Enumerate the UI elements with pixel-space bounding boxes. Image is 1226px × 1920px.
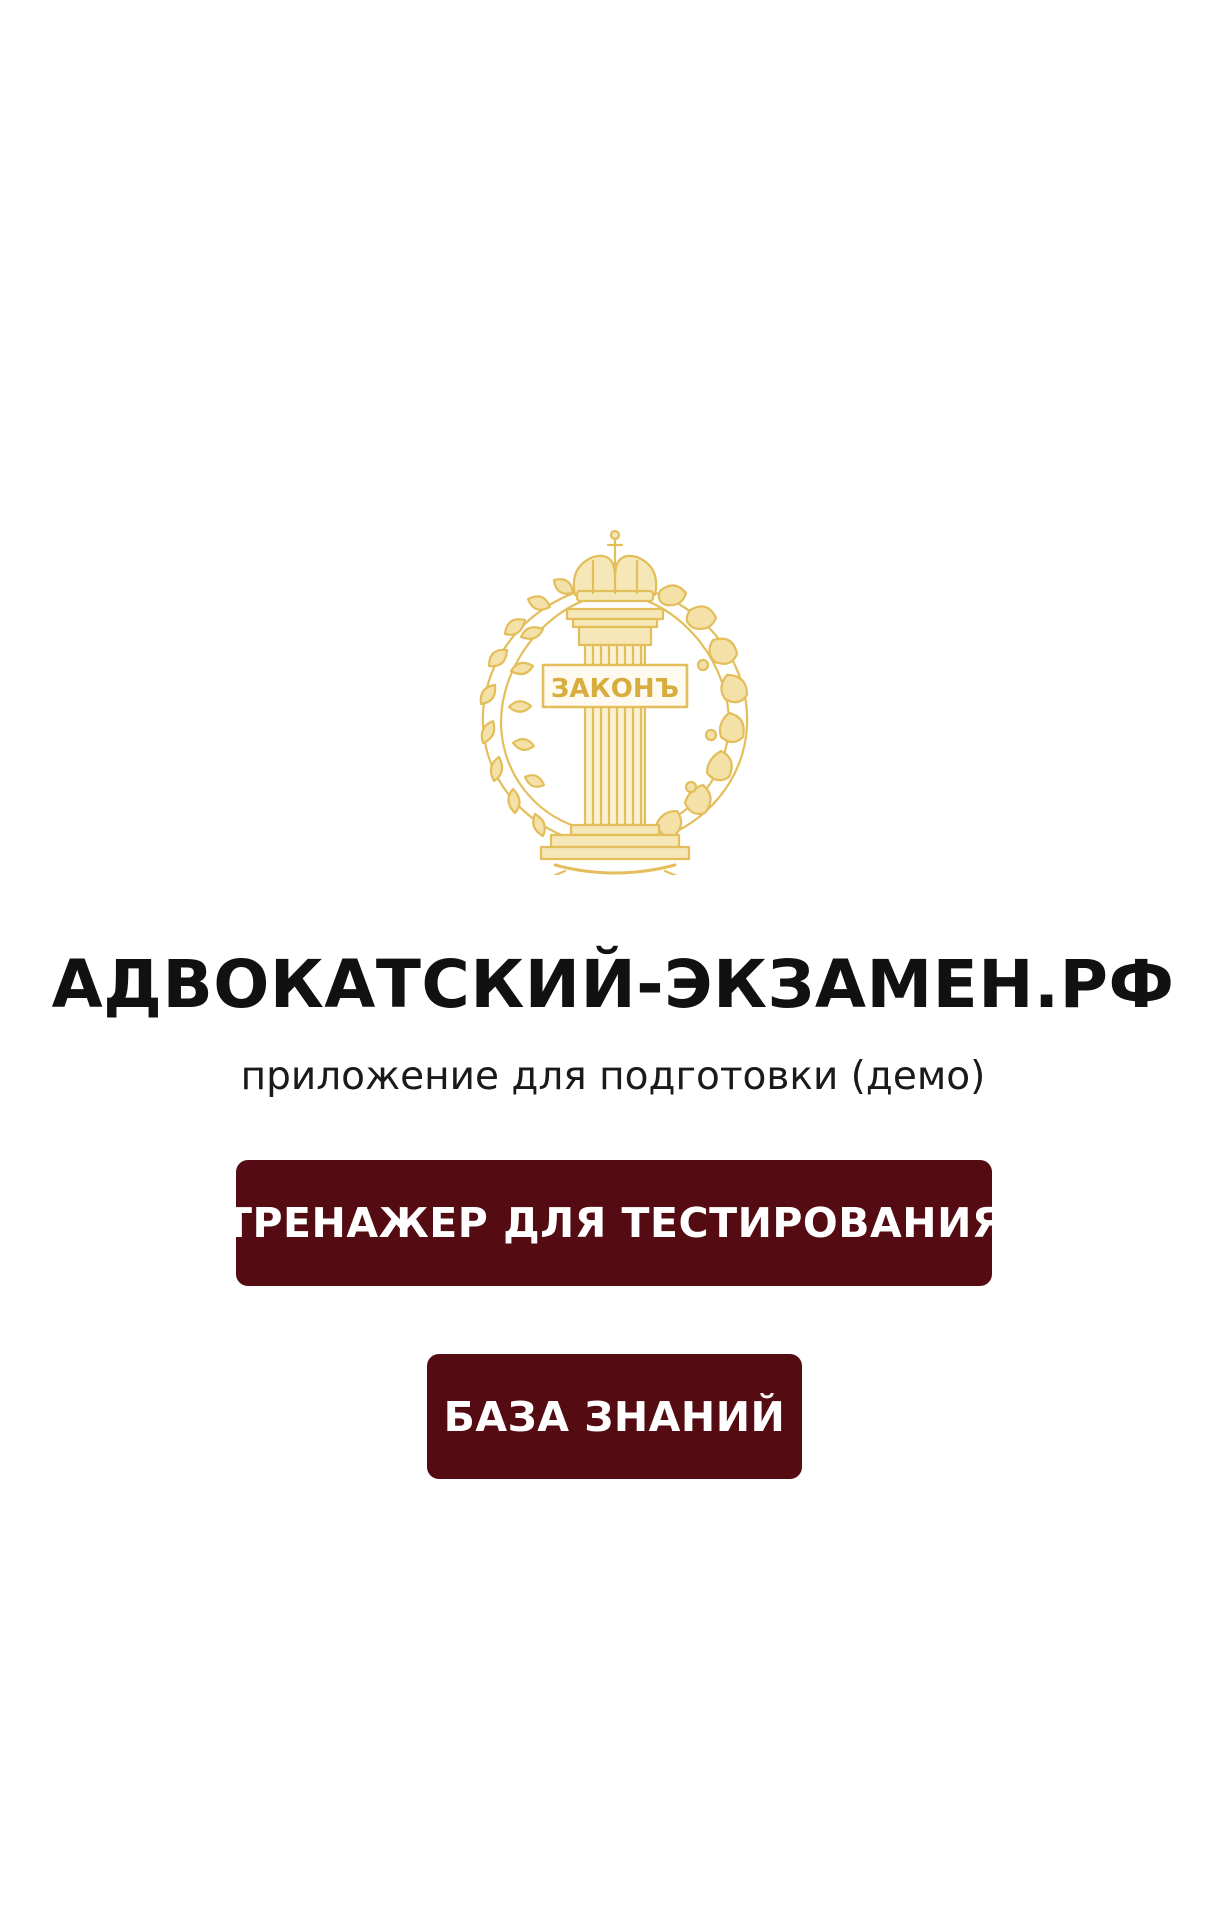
app-subtitle: приложение для подготовки (демо) <box>240 1054 986 1099</box>
trainer-button-label: ТРЕНАЖЕР ДЛЯ ТЕСТИРОВАНИЯ <box>224 1199 1004 1247</box>
law-column-emblem-icon: ЗАКОНЪ <box>455 525 775 875</box>
app-title: АДВОКАТСКИЙ-ЭКЗАМЕН.РФ <box>51 946 1175 1023</box>
knowledge-base-button[interactable]: БАЗА ЗНАНИЙ <box>427 1354 802 1479</box>
trainer-button[interactable]: ТРЕНАЖЕР ДЛЯ ТЕСТИРОВАНИЯ <box>224 1160 1003 1286</box>
knowledge-base-button-label: БАЗА ЗНАНИЙ <box>443 1392 786 1441</box>
svg-text:ЗАКОНЪ: ЗАКОНЪ <box>551 674 679 704</box>
home-screen: ЗАКОНЪ АДВОКАТСКИЙ-ЭКЗАМЕН.РФ приложение… <box>0 0 1226 1920</box>
